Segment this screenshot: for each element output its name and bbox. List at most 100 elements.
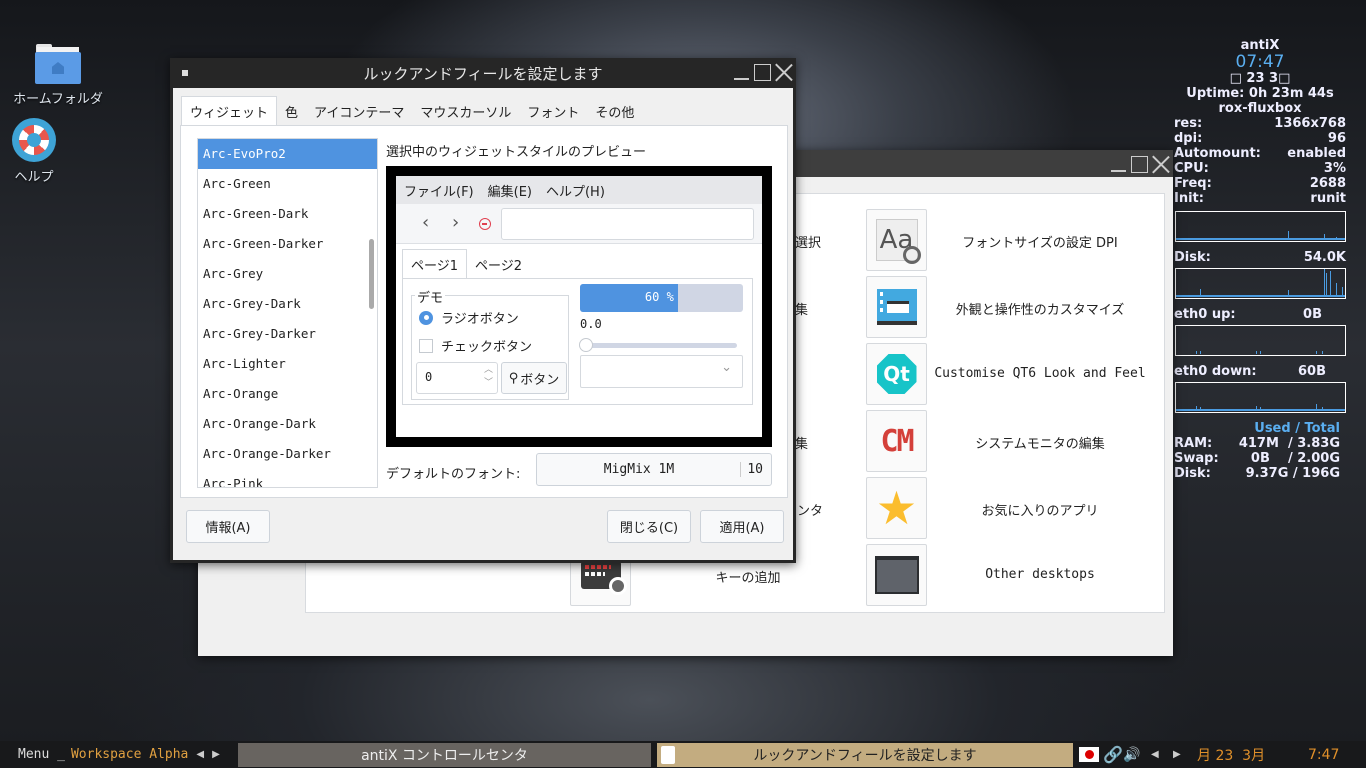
cc-item-left-6[interactable]: キーの追加 — [633, 567, 863, 586]
spin-box[interactable]: 0 ︿ ﹀ — [416, 362, 498, 394]
list-item[interactable]: Arc-Green-Dark — [198, 199, 377, 229]
minimize-button[interactable] — [733, 64, 750, 81]
list-item[interactable]: Arc-Orange-Darker — [198, 439, 377, 469]
prev-icon[interactable]: ◀ — [1151, 749, 1159, 760]
about-button[interactable]: 情報(A) — [186, 510, 270, 543]
mem-label: Swap: — [1174, 451, 1219, 466]
demo-group: デモ ラジオボタン チェックボタン 0 ︿ ﹀ ⚲ ボタン — [411, 287, 569, 400]
group-title: デモ — [415, 287, 446, 306]
app-icon — [661, 745, 675, 764]
cc-item-favorites[interactable]: お気に入りのアプリ — [925, 500, 1155, 519]
list-item[interactable]: Arc-Pink — [198, 469, 377, 487]
stat-label: dpi: — [1174, 131, 1203, 146]
progress-bar: 60 % — [580, 284, 743, 312]
close-button[interactable] — [775, 64, 792, 81]
apply-button[interactable]: 適用(A) — [700, 510, 784, 543]
volume-icon[interactable]: 🔊 — [1123, 747, 1140, 763]
clock-date[interactable]: 月 23 3月 — [1197, 745, 1265, 765]
preview-menu-help[interactable]: ヘルプ(H) — [546, 181, 605, 200]
cc-item-qt6[interactable]: Customise QT6 Look and Feel — [925, 366, 1155, 381]
minimize-button[interactable] — [1110, 156, 1127, 173]
stop-icon[interactable] — [479, 218, 491, 230]
list-item[interactable]: Arc-Lighter — [198, 349, 377, 379]
stat-label: res: — [1174, 116, 1203, 131]
radio-label: ラジオボタン — [441, 312, 519, 327]
maximize-button[interactable] — [754, 64, 771, 81]
back-icon[interactable]: ‹ — [422, 212, 429, 233]
preview-tab-2[interactable]: ページ2 — [467, 249, 530, 279]
star-icon[interactable]: ★ — [866, 477, 927, 539]
tab-mouse-cursor[interactable]: マウスカーソル — [412, 96, 519, 126]
task-control-center[interactable]: antiX コントロールセンタ — [238, 742, 651, 767]
preview-menu-file[interactable]: ファイル(F) — [404, 181, 474, 200]
workspace-next-icon[interactable]: ▶ — [212, 749, 220, 760]
forward-icon[interactable]: › — [452, 212, 459, 233]
cc-item-other-desktops[interactable]: Other desktops — [925, 567, 1155, 582]
eth0-down-value: 60B — [1298, 364, 1326, 379]
japanese-flag-icon[interactable] — [1079, 747, 1099, 762]
workspace-name[interactable]: Workspace Alpha — [71, 747, 188, 762]
list-item[interactable]: Arc-EvoPro2 — [198, 139, 377, 169]
preview-toolbar: ‹ › — [396, 204, 762, 244]
stat-value: 96 — [1327, 131, 1346, 146]
window-menu-icon[interactable] — [182, 70, 188, 76]
preview-menu-edit[interactable]: 編集(E) — [488, 181, 532, 200]
conky-uptime: Uptime: 0h 23m 44s — [1186, 86, 1334, 101]
workspace-prev-icon[interactable]: ◀ — [196, 749, 204, 760]
conky-cm-icon[interactable]: CM — [866, 410, 927, 472]
tab-color[interactable]: 色 — [277, 96, 306, 126]
eth0-up-label: eth0 up: — [1174, 307, 1236, 322]
preview-tab-1[interactable]: ページ1 — [402, 249, 468, 279]
cc-item-sysmonitor[interactable]: システムモニタの編集 — [925, 433, 1155, 452]
style-preview: ファイル(F) 編集(E) ヘルプ(H) ‹ › ページ1 ページ2 デモ ラジ… — [386, 166, 772, 447]
cc-item-font-dpi[interactable]: フォントサイズの設定 DPI — [925, 232, 1155, 251]
desktop-icon-help[interactable]: ヘルプ — [4, 118, 64, 185]
list-item[interactable]: Arc-Green — [198, 169, 377, 199]
clock-time[interactable]: 7:47 — [1308, 747, 1339, 763]
cc-item-appearance[interactable]: 外観と操作性のカスタマイズ — [925, 299, 1155, 318]
list-item[interactable]: Arc-Orange — [198, 379, 377, 409]
mem-value: 417M / 3.83G — [1238, 436, 1340, 451]
list-item[interactable]: Arc-Orange-Dark — [198, 409, 377, 439]
list-item[interactable]: Arc-Grey-Darker — [198, 319, 377, 349]
preview-search-button[interactable]: ⚲ ボタン — [501, 362, 567, 394]
preview-combo[interactable]: ⌄ — [580, 355, 743, 388]
preview-slider[interactable] — [579, 338, 737, 352]
list-item[interactable]: Arc-Grey-Dark — [198, 289, 377, 319]
check-button[interactable]: チェックボタン — [419, 336, 532, 355]
default-font-button[interactable]: MigMix 1M 10 — [536, 453, 772, 486]
folder-home-icon — [35, 42, 81, 84]
maximize-button[interactable] — [1131, 156, 1148, 173]
dialog-tabs: ウィジェット 色 アイコンテーマ マウスカーソル フォント その他 — [181, 96, 642, 126]
font-size-icon[interactable]: Aa — [866, 209, 927, 271]
disk-value: 54.0K — [1303, 250, 1346, 265]
eth0-up-value: 0B — [1303, 307, 1322, 322]
next-icon[interactable]: ▶ — [1173, 749, 1181, 760]
desktop-icon-home[interactable]: ホームフォルダ — [4, 42, 112, 107]
radio-button[interactable]: ラジオボタン — [419, 308, 519, 327]
tab-font[interactable]: フォント — [519, 96, 587, 126]
menu-button[interactable]: Menu _ — [18, 747, 65, 762]
tab-other[interactable]: その他 — [587, 96, 642, 126]
dialog-titlebar[interactable]: ルックアンドフィールを設定します — [170, 58, 796, 88]
network-link-icon[interactable]: 🔗 — [1103, 745, 1123, 764]
list-item[interactable]: Arc-Grey — [198, 259, 377, 289]
desktop-icon[interactable] — [866, 544, 927, 606]
stat-label: Init: — [1174, 191, 1204, 206]
tab-widget[interactable]: ウィジェット — [181, 96, 278, 126]
preview-url-input[interactable] — [501, 208, 754, 240]
list-item[interactable]: Arc-Green-Darker — [198, 229, 377, 259]
task-look-and-feel[interactable]: ルックアンドフィールを設定します — [657, 742, 1073, 767]
cc-item-left-4[interactable]: 集 — [795, 433, 845, 452]
qt-icon[interactable]: Qt — [866, 343, 927, 405]
check-label: チェックボタン — [441, 340, 533, 355]
cc-item-left-2[interactable]: 集 — [795, 299, 845, 318]
window-appearance-icon[interactable] — [866, 276, 927, 338]
list-scrollbar[interactable] — [369, 239, 374, 309]
conky-time: 07:47 — [1235, 52, 1285, 72]
tab-icon-theme[interactable]: アイコンテーマ — [306, 96, 412, 126]
close-dialog-button[interactable]: 閉じる(C) — [607, 510, 691, 543]
cc-item-left-1[interactable]: 選択 — [795, 232, 845, 251]
widget-style-list[interactable]: Arc-EvoPro2 Arc-Green Arc-Green-Dark Arc… — [197, 138, 378, 488]
close-button[interactable] — [1152, 156, 1169, 173]
